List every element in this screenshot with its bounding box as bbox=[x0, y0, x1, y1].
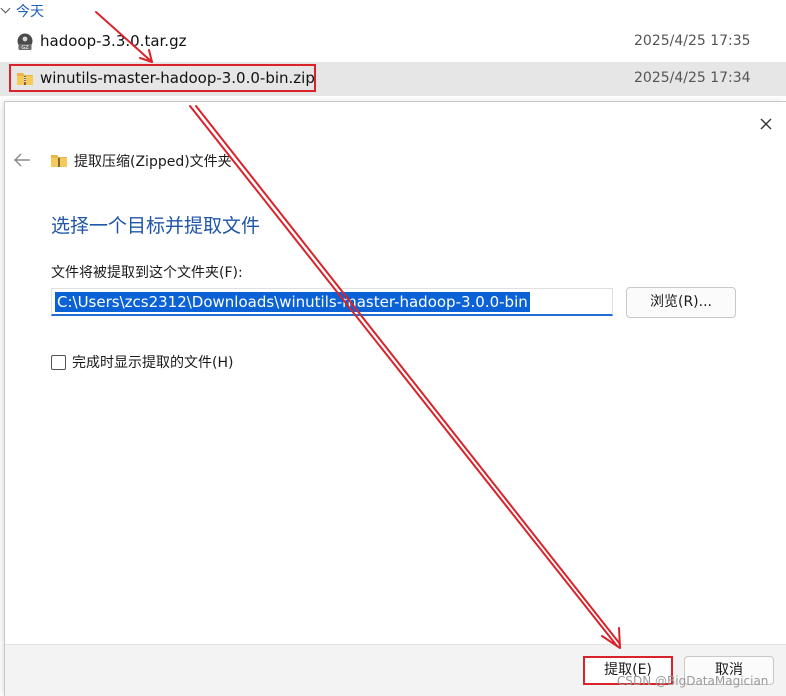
file-name: hadoop-3.3.0.tar.gz bbox=[40, 32, 187, 50]
show-files-checkbox[interactable] bbox=[51, 354, 66, 370]
file-date: 2025/4/25 17:35 bbox=[634, 33, 751, 49]
dialog-title: 提取压缩(Zipped)文件夹 bbox=[74, 154, 232, 170]
file-explorer-list: 今天 GZ hadoop-3.3.0.tar.gz 2025/4/25 17:3… bbox=[0, 0, 786, 110]
svg-text:GZ: GZ bbox=[21, 45, 29, 51]
destination-path-input[interactable]: C:\Users\zcs2312\Downloads\winutils-mast… bbox=[51, 288, 613, 316]
destination-path-text: C:\Users\zcs2312\Downloads\winutils-mast… bbox=[55, 292, 530, 312]
browse-button[interactable]: 浏览(R)... bbox=[626, 287, 736, 318]
back-arrow-icon[interactable] bbox=[11, 150, 33, 170]
dialog-title-bar: 提取压缩(Zipped)文件夹 bbox=[50, 150, 232, 172]
chevron-down-icon bbox=[0, 3, 11, 14]
gz-archive-icon: GZ bbox=[17, 33, 33, 51]
destination-label: 文件将被提取到这个文件夹(F): bbox=[51, 265, 243, 281]
checkbox-label: 完成时显示提取的文件(H) bbox=[72, 355, 234, 371]
close-icon[interactable] bbox=[754, 112, 778, 136]
show-files-checkbox-row[interactable]: 完成时显示提取的文件(H) bbox=[51, 352, 233, 372]
extract-dialog: 提取压缩(Zipped)文件夹 选择一个目标并提取文件 文件将被提取到这个文件夹… bbox=[5, 102, 786, 696]
dialog-footer: 提取(E) 取消 bbox=[5, 644, 786, 696]
file-date: 2025/4/25 17:34 bbox=[634, 70, 751, 86]
watermark: CSDN @BigDataMagician bbox=[617, 674, 769, 688]
file-row[interactable]: GZ hadoop-3.3.0.tar.gz 2025/4/25 17:35 bbox=[0, 25, 786, 59]
zip-folder-icon bbox=[51, 155, 67, 167]
dialog-heading: 选择一个目标并提取文件 bbox=[51, 215, 261, 237]
group-label: 今天 bbox=[16, 4, 44, 20]
annotation-highlight-box bbox=[9, 64, 316, 92]
